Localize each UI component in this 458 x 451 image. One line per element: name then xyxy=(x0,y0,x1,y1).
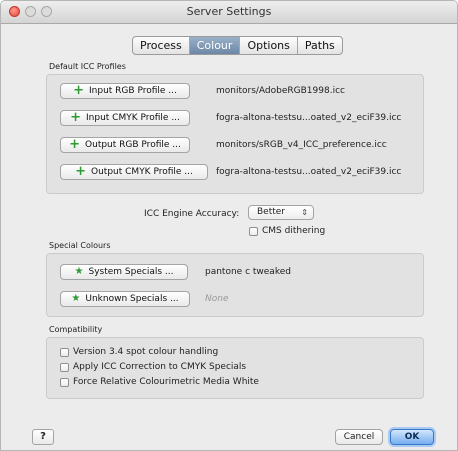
input-cmyk-profile-path: fogra-altona-testsu...oated_v2_eciF39.ic… xyxy=(216,113,402,123)
output-cmyk-profile-button[interactable]: + Output CMYK Profile ... xyxy=(60,164,208,180)
output-cmyk-profile-label: Output CMYK Profile ... xyxy=(91,167,193,177)
output-rgb-profile-label: Output RGB Profile ... xyxy=(85,140,181,150)
cms-dithering-option[interactable]: CMS dithering xyxy=(249,226,325,236)
icc-profiles-group: + Input RGB Profile ... monitors/AdobeRG… xyxy=(46,74,424,194)
output-rgb-profile-path: monitors/sRGB_v4_ICC_preference.icc xyxy=(216,140,387,150)
output-rgb-profile-button[interactable]: + Output RGB Profile ... xyxy=(60,137,190,153)
output-cmyk-profile-path: fogra-altona-testsu...oated_v2_eciF39.ic… xyxy=(216,167,402,177)
unknown-specials-button[interactable]: ★ Unknown Specials ... xyxy=(60,291,190,307)
input-rgb-profile-label: Input RGB Profile ... xyxy=(89,86,177,96)
star-icon: ★ xyxy=(74,266,84,277)
input-cmyk-profile-label: Input CMYK Profile ... xyxy=(86,113,180,123)
icc-engine-accuracy-value: Better xyxy=(257,207,286,217)
cms-dithering-label: CMS dithering xyxy=(262,226,326,236)
cancel-button[interactable]: Cancel xyxy=(335,429,383,445)
add-icon: + xyxy=(70,110,81,125)
input-rgb-profile-path: monitors/AdobeRGB1998.icc xyxy=(216,86,345,96)
add-icon: + xyxy=(75,164,87,179)
apply-icc-correction-checkbox[interactable] xyxy=(60,362,69,372)
add-icon: + xyxy=(73,83,85,98)
add-icon: + xyxy=(69,137,81,152)
apply-icc-correction-option[interactable]: Apply ICC Correction to CMYK Specials xyxy=(60,362,246,372)
star-icon: ★ xyxy=(71,293,81,304)
help-button[interactable]: ? xyxy=(32,429,54,445)
unknown-specials-value: None xyxy=(205,294,229,304)
tab-options[interactable]: Options xyxy=(240,37,298,54)
up-down-arrows-icon: ⇕ xyxy=(301,208,308,217)
window-title: Server Settings xyxy=(186,5,272,18)
input-cmyk-profile-button[interactable]: + Input CMYK Profile ... xyxy=(60,110,190,126)
unknown-specials-label: Unknown Specials ... xyxy=(85,294,179,304)
tab-paths[interactable]: Paths xyxy=(298,37,342,54)
special-colours-group: ★ System Specials ... pantone c tweaked … xyxy=(46,253,424,317)
force-relative-colourimetric-option[interactable]: Force Relative Colourimetric Media White xyxy=(60,377,259,387)
apply-icc-correction-label: Apply ICC Correction to CMYK Specials xyxy=(73,362,247,372)
icc-engine-accuracy-select[interactable]: Better ⇕ xyxy=(248,205,314,220)
server-settings-window: Server Settings Process Colour Options P… xyxy=(0,0,458,451)
titlebar: Server Settings xyxy=(1,1,457,24)
icc-engine-accuracy-label: ICC Engine Accuracy: xyxy=(144,209,240,219)
compatibility-section-label: Compatibility xyxy=(49,325,103,334)
system-specials-value: pantone c tweaked xyxy=(205,267,291,277)
version-34-spot-option[interactable]: Version 3.4 spot colour handling xyxy=(60,347,218,357)
force-relative-colourimetric-label: Force Relative Colourimetric Media White xyxy=(73,377,259,387)
force-relative-colourimetric-checkbox[interactable] xyxy=(60,377,69,387)
tab-process[interactable]: Process xyxy=(133,37,190,54)
help-icon: ? xyxy=(40,431,46,442)
version-34-spot-checkbox[interactable] xyxy=(60,347,69,357)
system-specials-label: System Specials ... xyxy=(88,267,174,277)
version-34-spot-label: Version 3.4 spot colour handling xyxy=(73,347,219,357)
tab-colour[interactable]: Colour xyxy=(189,37,241,54)
ok-button[interactable]: OK xyxy=(390,429,434,445)
input-rgb-profile-button[interactable]: + Input RGB Profile ... xyxy=(60,83,190,99)
compatibility-group: Version 3.4 spot colour handling Apply I… xyxy=(46,337,424,399)
icc-section-label: Default ICC Profiles xyxy=(49,62,126,71)
cms-dithering-checkbox[interactable] xyxy=(249,226,258,236)
system-specials-button[interactable]: ★ System Specials ... xyxy=(60,264,188,280)
special-colours-section-label: Special Colours xyxy=(49,241,111,250)
tab-bar: Process Colour Options Paths xyxy=(132,36,343,55)
